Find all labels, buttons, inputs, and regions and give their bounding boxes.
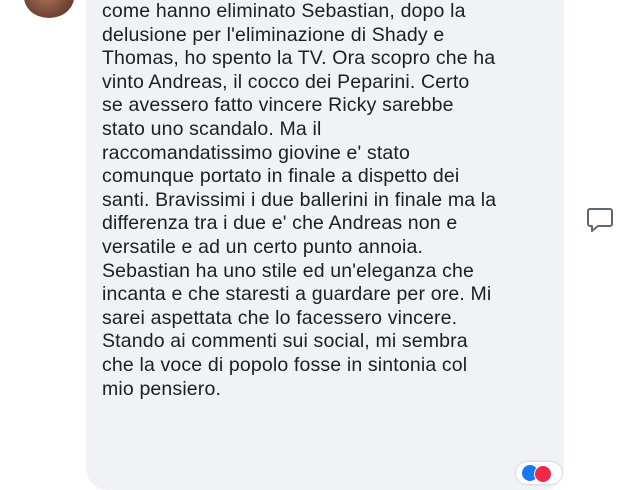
comment-line: santi. Bravissimi i due ballerini in fin… (102, 188, 497, 211)
comment-line: mio pensiero. (102, 377, 222, 400)
comment-line: che la voce di popolo fosse in sintonia … (102, 353, 468, 376)
comment-line: Sebastian ha uno stile ed un'eleganza ch… (102, 259, 474, 282)
comment-line: raccomandatissimo giovine e' stato (102, 141, 410, 164)
speech-bubble-icon[interactable] (585, 205, 615, 235)
comment-line: Stando ai commenti sui social, mi sembra (102, 330, 468, 353)
comment-text: come hanno eliminato Sebastian, dopo la … (102, 0, 554, 401)
comment-line: differenza tra i due e' che Andreas non … (102, 212, 458, 235)
comment-line: versatile e ad un certo punto annoia. (102, 235, 424, 258)
comment-line: comunque portato in finale a dispetto de… (102, 165, 460, 188)
comment-line: stato uno scandalo. Ma il (102, 117, 322, 140)
love-reaction-icon (534, 465, 552, 483)
comment-line: vinto Andreas, il cocco dei Peparini. Ce… (102, 70, 470, 93)
comment-line: delusione per l'eliminazione di Shady e (102, 23, 445, 46)
comment-line: Thomas, ho spento la TV. Ora scopro che … (102, 47, 496, 70)
comment-line: se avessero fatto vincere Ricky sarebbe (102, 94, 454, 117)
reactions-badge[interactable] (516, 462, 562, 484)
comment-line: come hanno eliminato Sebastian, dopo la (102, 0, 466, 22)
comment-line: incanta e che staresti a guardare per or… (102, 283, 492, 306)
avatar[interactable] (24, 0, 74, 18)
comment-line: sarei aspettata che lo facessero vincere… (102, 306, 458, 329)
